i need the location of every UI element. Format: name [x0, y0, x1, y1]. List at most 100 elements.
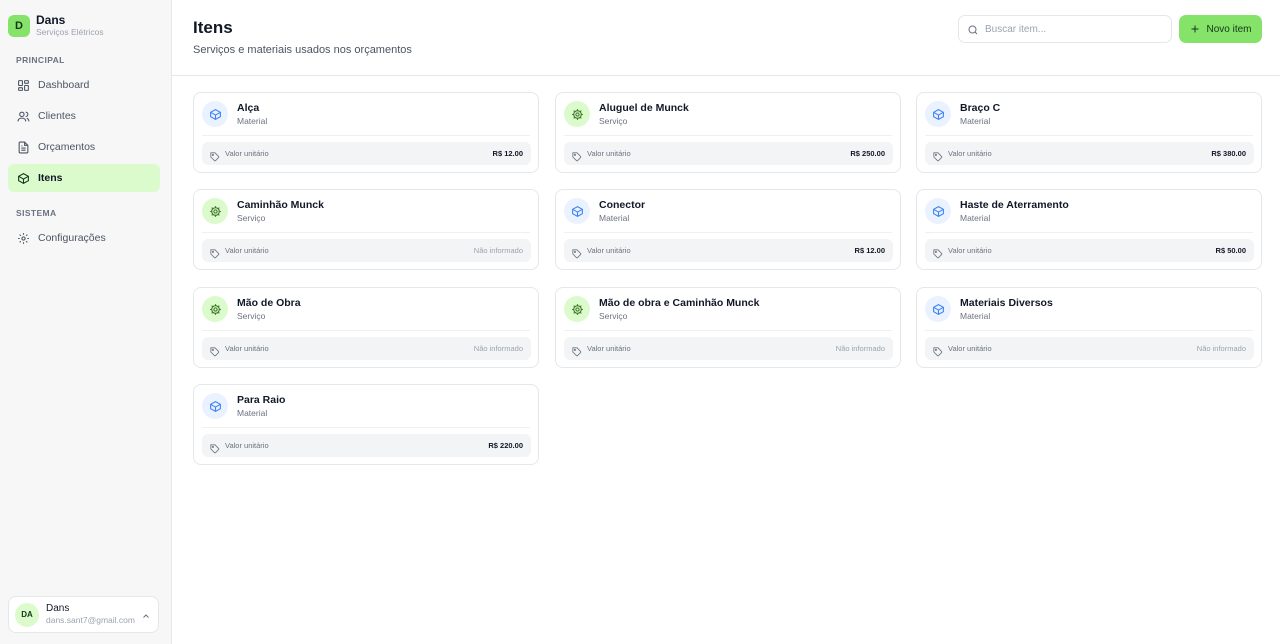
search-input[interactable]	[985, 23, 1155, 35]
item-card[interactable]: Para Raio Material Valor unitário R$ 220…	[193, 384, 539, 465]
price-label: Valor unitário	[225, 246, 269, 255]
price-value: R$ 12.00	[854, 246, 885, 255]
item-card[interactable]: Aluguel de Munck Serviço Valor unitário …	[555, 92, 901, 173]
brand-subtitle: Serviços Elétricos	[36, 27, 104, 37]
package-icon	[202, 393, 228, 419]
divider	[202, 427, 530, 428]
gear-icon	[202, 296, 228, 322]
new-item-label: Novo item	[1206, 23, 1252, 35]
dashboard-icon	[16, 78, 30, 92]
item-price-row: Valor unitário R$ 12.00	[564, 239, 893, 262]
package-icon	[925, 296, 951, 322]
brand-name: Dans	[36, 13, 66, 27]
package-icon	[564, 198, 590, 224]
price-value: R$ 50.00	[1215, 246, 1246, 255]
sidebar-item-label: Itens	[38, 172, 63, 184]
item-name: Conector	[599, 199, 646, 211]
tag-icon	[210, 149, 220, 161]
sidebar-item-dashboard[interactable]: Dashboard	[8, 71, 160, 99]
user-menu[interactable]: DA Dans dans.sant7@gmail.com	[8, 596, 159, 633]
item-type: Material	[599, 213, 630, 223]
item-name: Braço C	[960, 102, 1001, 114]
item-card[interactable]: Mão de obra e Caminhão Munck Serviço Val…	[555, 287, 901, 368]
avatar: DA	[15, 602, 39, 627]
item-type: Serviço	[599, 311, 628, 321]
price-value: Não informado	[835, 344, 885, 353]
user-name: Dans	[46, 603, 70, 614]
sidebar-item-clientes[interactable]: Clientes	[8, 102, 160, 130]
gear-icon	[564, 296, 590, 322]
price-label: Valor unitário	[948, 246, 992, 255]
price-value: R$ 220.00	[488, 441, 523, 450]
item-price-row: Valor unitário R$ 12.00	[202, 142, 531, 165]
tag-icon	[210, 344, 220, 356]
gear-icon	[16, 231, 30, 245]
package-icon	[925, 101, 951, 127]
item-type: Material	[237, 408, 268, 418]
sidebar-item-itens[interactable]: Itens	[8, 164, 160, 192]
sidebar-item-label: Dashboard	[38, 79, 90, 91]
user-email: dans.sant7@gmail.com	[46, 615, 135, 625]
divider	[202, 330, 530, 331]
tag-icon	[210, 246, 220, 258]
section-label-sistema: SISTEMA	[16, 208, 57, 218]
item-card[interactable]: Caminhão Munck Serviço Valor unitário Nã…	[193, 189, 539, 270]
page-title: Itens	[193, 18, 233, 37]
divider	[202, 232, 530, 233]
sidebar-item-label: Clientes	[38, 110, 76, 122]
divider	[925, 232, 1253, 233]
page-subtitle: Serviços e materiais usados nos orçament…	[193, 44, 412, 56]
price-value: R$ 250.00	[850, 149, 885, 158]
item-price-row: Valor unitário R$ 50.00	[925, 239, 1254, 262]
tag-icon	[572, 246, 582, 258]
item-name: Mão de obra e Caminhão Munck	[599, 297, 760, 309]
price-label: Valor unitário	[587, 246, 631, 255]
new-item-button[interactable]: Novo item	[1179, 15, 1262, 43]
sidebar-item-configuracoes[interactable]: Configurações	[8, 224, 160, 252]
tag-icon	[933, 149, 943, 161]
price-label: Valor unitário	[225, 149, 269, 158]
divider	[202, 135, 530, 136]
gear-icon	[202, 198, 228, 224]
tag-icon	[572, 149, 582, 161]
tag-icon	[933, 246, 943, 258]
sidebar-item-label: Configurações	[38, 232, 106, 244]
item-card[interactable]: Alça Material Valor unitário R$ 12.00	[193, 92, 539, 173]
divider	[564, 135, 892, 136]
brand[interactable]: D Dans Serviços Elétricos	[8, 14, 104, 38]
divider	[564, 330, 892, 331]
search-box[interactable]	[958, 15, 1172, 43]
item-price-row: Valor unitário Não informado	[202, 239, 531, 262]
item-card[interactable]: Mão de Obra Serviço Valor unitário Não i…	[193, 287, 539, 368]
price-label: Valor unitário	[225, 441, 269, 450]
item-type: Serviço	[599, 116, 628, 126]
item-price-row: Valor unitário Não informado	[925, 337, 1254, 360]
brand-logo: D	[8, 15, 30, 37]
page-header: Itens Serviços e materiais usados nos or…	[172, 0, 1280, 76]
price-label: Valor unitário	[225, 344, 269, 353]
divider	[925, 330, 1253, 331]
item-card[interactable]: Braço C Material Valor unitário R$ 380.0…	[916, 92, 1262, 173]
item-name: Mão de Obra	[237, 297, 301, 309]
item-price-row: Valor unitário R$ 380.00	[925, 142, 1254, 165]
item-type: Material	[237, 116, 268, 126]
item-card[interactable]: Conector Material Valor unitário R$ 12.0…	[555, 189, 901, 270]
chevron-up-icon	[140, 609, 152, 621]
document-icon	[16, 140, 30, 154]
price-label: Valor unitário	[948, 344, 992, 353]
divider	[925, 135, 1253, 136]
price-value: Não informado	[473, 344, 523, 353]
divider	[564, 232, 892, 233]
item-card[interactable]: Haste de Aterramento Material Valor unit…	[916, 189, 1262, 270]
item-type: Material	[960, 311, 991, 321]
item-name: Aluguel de Munck	[599, 102, 689, 114]
package-icon	[925, 198, 951, 224]
item-card[interactable]: Materiais Diversos Material Valor unitár…	[916, 287, 1262, 368]
gear-icon	[564, 101, 590, 127]
tag-icon	[933, 344, 943, 356]
item-price-row: Valor unitário R$ 250.00	[564, 142, 893, 165]
sidebar-item-orcamentos[interactable]: Orçamentos	[8, 133, 160, 161]
item-name: Materiais Diversos	[960, 297, 1053, 309]
users-icon	[16, 109, 30, 123]
item-price-row: Valor unitário R$ 220.00	[202, 434, 531, 457]
